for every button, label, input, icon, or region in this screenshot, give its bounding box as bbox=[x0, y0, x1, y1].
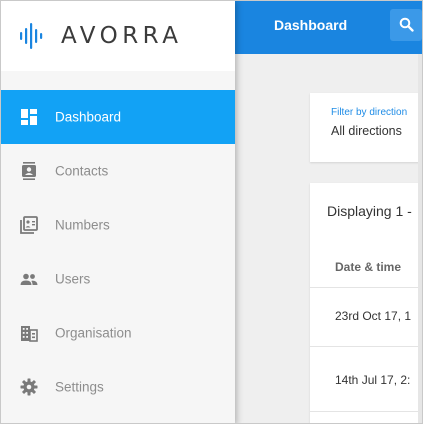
brand-header: AVORRA bbox=[1, 1, 235, 71]
table-row[interactable]: 14th Jul 17, 2: bbox=[335, 373, 410, 387]
table-row[interactable]: 23rd Oct 17, 1 bbox=[335, 309, 411, 323]
sidebar-item-label: Settings bbox=[55, 379, 104, 395]
direction-filter-card: Filter by direction All directions bbox=[310, 93, 420, 162]
table-summary: Displaying 1 - bbox=[327, 203, 412, 219]
page-title: Dashboard bbox=[274, 17, 348, 33]
calls-table-card: Displaying 1 - Date & time 23rd Oct 17, … bbox=[310, 183, 420, 423]
contacts-icon bbox=[20, 162, 38, 180]
sidebar-item-users[interactable]: Users bbox=[1, 252, 235, 306]
sidebar-item-label: Numbers bbox=[55, 217, 110, 233]
column-header-date-time[interactable]: Date & time bbox=[335, 260, 401, 274]
direction-filter-select[interactable]: All directions bbox=[331, 124, 402, 138]
table-divider bbox=[310, 287, 420, 288]
table-divider bbox=[310, 411, 420, 412]
sidebar-item-dashboard[interactable]: Dashboard bbox=[1, 90, 235, 144]
sidebar-item-contacts[interactable]: Contacts bbox=[1, 144, 235, 198]
sidebar-item-label: Dashboard bbox=[55, 109, 122, 125]
waveform-logo-icon bbox=[19, 22, 47, 55]
scrollbar[interactable] bbox=[418, 54, 422, 423]
sidebar-item-label: Organisation bbox=[55, 325, 132, 341]
sidebar-item-organisation[interactable]: Organisation bbox=[1, 306, 235, 360]
sidebar-nav: Dashboard Contacts Numbers Users Organis… bbox=[1, 90, 235, 414]
search-icon bbox=[399, 17, 414, 32]
filter-label: Filter by direction bbox=[331, 107, 408, 118]
top-bar: Dashboard bbox=[235, 1, 422, 54]
main-content: Dashboard Filter by direction All direct… bbox=[235, 1, 422, 423]
table-divider bbox=[310, 346, 420, 347]
sidebar-item-label: Contacts bbox=[55, 163, 109, 179]
sidebar-item-label: Users bbox=[55, 271, 91, 287]
dashboard-icon bbox=[20, 108, 38, 126]
gear-icon bbox=[20, 378, 38, 396]
numbers-icon bbox=[20, 216, 38, 234]
sidebar: AVORRA Dashboard Contacts Numbers Users … bbox=[1, 1, 235, 423]
users-icon bbox=[20, 270, 38, 288]
search-button[interactable] bbox=[390, 9, 422, 41]
sidebar-item-settings[interactable]: Settings bbox=[1, 360, 235, 414]
brand-name: AVORRA bbox=[61, 23, 183, 49]
organisation-icon bbox=[20, 324, 38, 342]
app-window: AVORRA Dashboard Contacts Numbers Users … bbox=[0, 0, 423, 424]
sidebar-item-numbers[interactable]: Numbers bbox=[1, 198, 235, 252]
